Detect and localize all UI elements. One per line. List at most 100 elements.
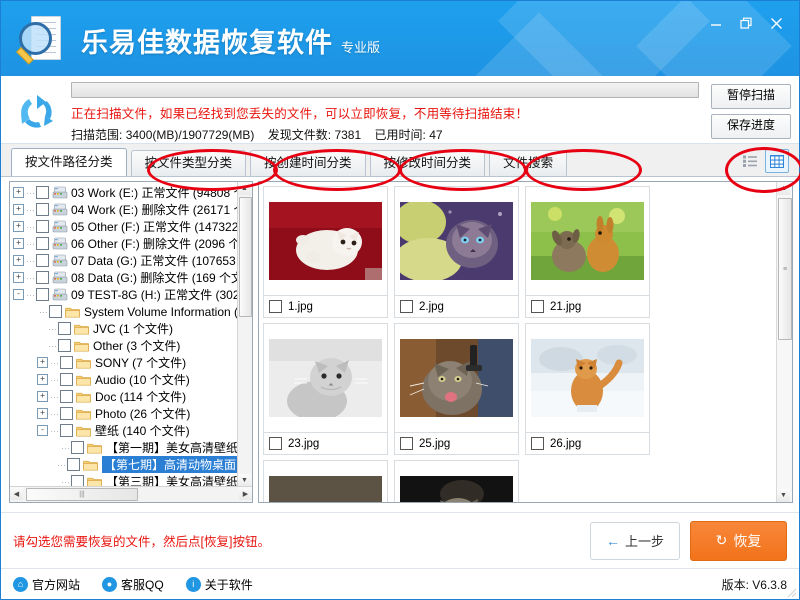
tree-expander-icon[interactable]: + xyxy=(13,255,24,266)
tree-item-checkbox[interactable] xyxy=(60,407,73,420)
tree-item-checkbox[interactable] xyxy=(66,458,80,471)
tree-item-checkbox[interactable] xyxy=(36,271,49,284)
thumbnail-image-box[interactable] xyxy=(525,186,650,296)
tree-expander-icon[interactable]: + xyxy=(13,221,24,232)
grid-scroll-down-arrow[interactable]: ▼ xyxy=(777,489,790,502)
thumbnail-checkbox[interactable] xyxy=(531,437,544,450)
thumbnail-cell[interactable]: 26.jpg xyxy=(525,323,650,455)
tree-item[interactable]: ··· 【第一期】美女高清壁纸 xyxy=(13,439,238,456)
tree-item[interactable]: ··· JVC (1 个文件) xyxy=(13,320,238,337)
thumbnail-checkbox[interactable] xyxy=(400,437,413,450)
thumbnail-cell[interactable]: 2.jpg xyxy=(394,186,519,318)
tab-by-file-type[interactable]: 按文件类型分类 xyxy=(130,150,247,176)
tree-item[interactable]: + ··· SONY (7 个文件) xyxy=(13,354,238,371)
grid-view-icon[interactable] xyxy=(765,149,789,173)
tree-item-checkbox[interactable] xyxy=(36,288,49,301)
tree-expander-icon[interactable]: - xyxy=(13,289,24,300)
tab-by-file-path[interactable]: 按文件路径分类 xyxy=(11,148,127,176)
tree-item[interactable]: - ··· 壁纸 (140 个文件) xyxy=(13,422,238,439)
tree-item[interactable]: + ··· 07 Data (G:) 正常文件 (107653 个 xyxy=(13,252,238,269)
tree-vertical-scrollbar[interactable]: ▲ ▼ xyxy=(237,182,252,487)
tree-item-checkbox[interactable] xyxy=(36,220,49,233)
close-icon[interactable] xyxy=(763,13,789,33)
thumbnail-image-box[interactable] xyxy=(525,323,650,433)
tree-scroll-up-arrow[interactable]: ▲ xyxy=(238,182,251,195)
thumbnail-cell[interactable]: 1.jpg xyxy=(263,186,388,318)
scan-range-label: 扫描范围: xyxy=(71,128,123,142)
tree-item-checkbox[interactable] xyxy=(58,322,71,335)
footer-link-about[interactable]: i 关于软件 xyxy=(185,576,253,593)
thumbnail-cell[interactable]: 21.jpg xyxy=(525,186,650,318)
tab-by-create-time[interactable]: 按创建时间分类 xyxy=(250,150,366,176)
thumbnail-image-box[interactable] xyxy=(263,186,388,296)
grid-vscroll-thumb[interactable]: ≡ xyxy=(778,198,792,340)
tree-expander-icon[interactable]: + xyxy=(13,204,24,215)
thumbnail-checkbox[interactable] xyxy=(269,437,282,450)
footer-link-website[interactable]: ⌂ 官方网站 xyxy=(13,576,80,593)
tree-item-checkbox[interactable] xyxy=(58,339,71,352)
tree-item-checkbox[interactable] xyxy=(70,441,84,454)
tree-expander-icon[interactable]: + xyxy=(37,357,48,368)
tree-horizontal-scrollbar[interactable]: ◀ ||| ▶ xyxy=(10,486,252,502)
tree-item[interactable]: + ··· 08 Data (G:) 删除文件 (169 个文件 xyxy=(13,269,238,286)
tree-item[interactable]: + ··· Doc (114 个文件) xyxy=(13,388,238,405)
tree-item-checkbox[interactable] xyxy=(60,373,73,386)
file-tree[interactable]: +···03 Work (E:) 正常文件 (94808 个文+···04 Wo… xyxy=(10,182,238,487)
save-progress-button[interactable]: 保存进度 xyxy=(711,114,791,139)
thumbnail-cell[interactable]: 28.jpg xyxy=(394,460,519,502)
tree-item-checkbox[interactable] xyxy=(36,254,49,267)
grid-scroll-up-arrow[interactable]: ▲ xyxy=(777,182,790,195)
tree-vscroll-thumb[interactable] xyxy=(239,197,252,317)
tree-item[interactable]: +··· 03 Work (E:) 正常文件 (94808 个文 xyxy=(13,184,238,201)
thumbnail-image-box[interactable] xyxy=(263,460,388,502)
maximize-restore-icon[interactable] xyxy=(733,13,759,33)
tree-item[interactable]: + ··· Audio (10 个文件) xyxy=(13,371,238,388)
tree-expander-icon[interactable]: + xyxy=(37,408,48,419)
tree-item-checkbox[interactable] xyxy=(36,203,49,216)
thumbnail-cell[interactable]: 23.jpg xyxy=(263,323,388,455)
grid-vertical-scrollbar[interactable]: ▲ ≡ ▼ xyxy=(776,182,792,502)
tree-item[interactable]: ··· System Volume Information ( xyxy=(13,303,238,320)
tree-item[interactable]: + ··· Photo (26 个文件) xyxy=(13,405,238,422)
thumbnail-checkbox[interactable] xyxy=(531,300,544,313)
tree-expander-icon[interactable]: + xyxy=(13,272,24,283)
tree-item-checkbox[interactable] xyxy=(36,237,49,250)
tree-expander-icon[interactable]: + xyxy=(37,391,48,402)
footer-link-support-qq[interactable]: ● 客服QQ xyxy=(102,576,164,593)
tree-expander-icon[interactable]: + xyxy=(13,187,24,198)
tab-file-search[interactable]: 文件搜索 xyxy=(489,150,568,176)
thumbnail-checkbox[interactable] xyxy=(400,300,413,313)
tree-expander-icon[interactable]: - xyxy=(37,425,48,436)
tree-expander-icon[interactable]: + xyxy=(37,374,48,385)
list-view-icon[interactable] xyxy=(738,149,762,173)
tree-item[interactable]: ··· 【第三期】美女高清壁纸 xyxy=(13,473,238,487)
thumbnail-image-box[interactable] xyxy=(394,323,519,433)
thumbnail-checkbox[interactable] xyxy=(269,300,282,313)
tree-item-checkbox[interactable] xyxy=(60,424,73,437)
tree-item[interactable]: ··· 【第七期】高清动物桌面 xyxy=(13,456,238,473)
tree-item[interactable]: ··· Other (3 个文件) xyxy=(13,337,238,354)
resize-grip-icon[interactable] xyxy=(787,588,797,598)
previous-step-button[interactable]: ← 上一步 xyxy=(590,521,680,560)
tree-scroll-right-arrow[interactable]: ▶ xyxy=(239,487,252,500)
thumbnail-image-box[interactable] xyxy=(263,323,388,433)
tree-hscroll-thumb[interactable]: ||| xyxy=(26,488,138,501)
tree-item-checkbox[interactable] xyxy=(36,186,49,199)
tree-item[interactable]: + ··· 06 Other (F:) 删除文件 (2096 个文 xyxy=(13,235,238,252)
pause-scan-button[interactable]: 暂停扫描 xyxy=(711,84,791,109)
tree-item-checkbox[interactable] xyxy=(60,390,73,403)
minimize-icon[interactable] xyxy=(703,13,729,33)
thumbnail-cell[interactable]: 25.jpg xyxy=(394,323,519,455)
recover-button[interactable]: ↻ 恢复 xyxy=(690,520,787,561)
tree-item[interactable]: - ··· 09 TEST-8G (H:) 正常文件 (302 个 xyxy=(13,286,238,303)
tree-item-checkbox[interactable] xyxy=(60,356,73,369)
thumbnail-image-box[interactable] xyxy=(394,186,519,296)
thumbnail-cell[interactable]: 27.jpg xyxy=(263,460,388,502)
tree-item-checkbox[interactable] xyxy=(48,305,62,318)
thumbnail-image-box[interactable] xyxy=(394,460,519,502)
tree-scroll-left-arrow[interactable]: ◀ xyxy=(10,487,23,500)
tab-by-modify-time[interactable]: 按修改时间分类 xyxy=(369,150,486,176)
tree-item[interactable]: +··· 04 Work (E:) 删除文件 (26171 个文 xyxy=(13,201,238,218)
tree-item[interactable]: + ··· 05 Other (F:) 正常文件 (147322 个 xyxy=(13,218,238,235)
tree-expander-icon[interactable]: + xyxy=(13,238,24,249)
